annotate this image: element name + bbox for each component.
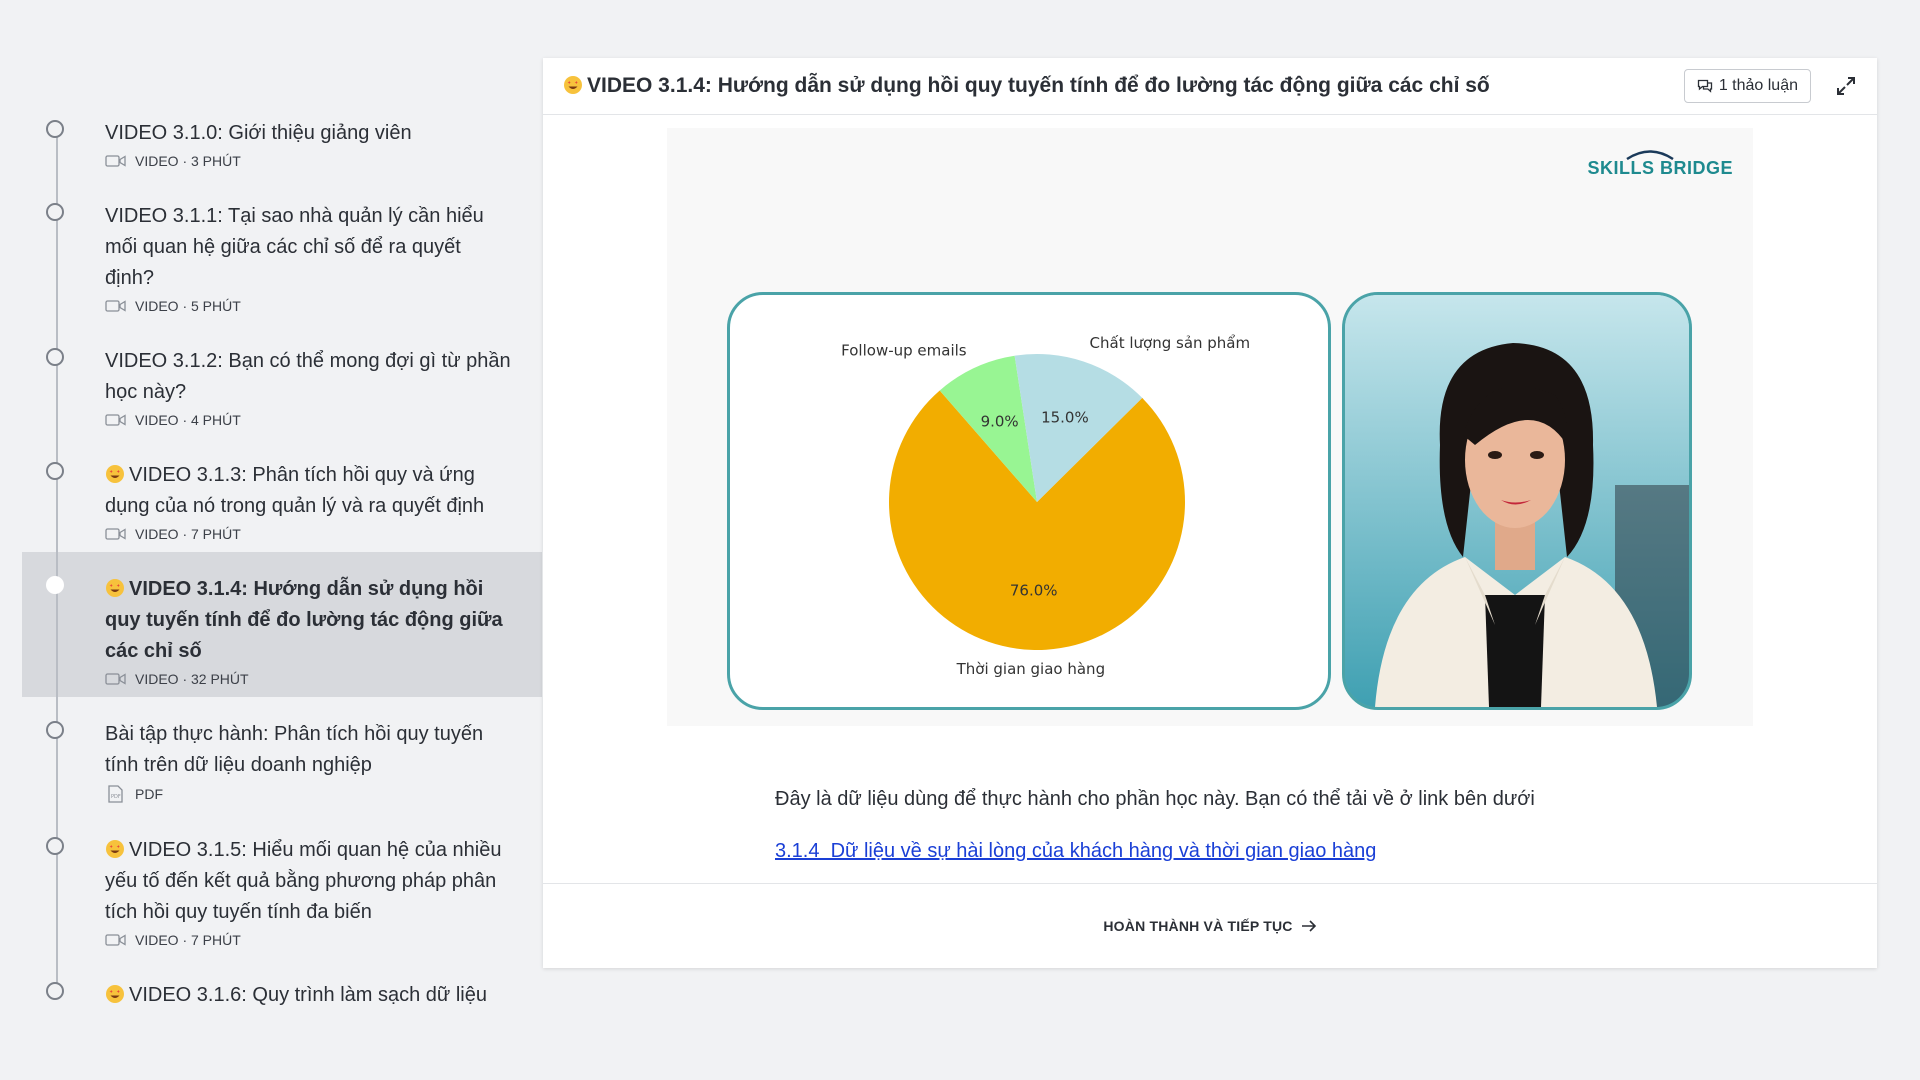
lesson-title-text: Bài tập thực hành: Phân tích hồi quy tuy… — [105, 723, 484, 776]
video-player[interactable]: SKILLS BRIDGE 76.0% Thời gian giao hàng 9.… — [667, 128, 1753, 726]
lesson-status-icon — [46, 576, 64, 594]
lesson-title: Bài tập thực hành: Phân tích hồi quy tuy… — [105, 719, 512, 781]
timeline-rail — [56, 324, 58, 438]
chat-bubble-icon — [1697, 79, 1712, 93]
sidebar-item-2[interactable]: VIDEO 3.1.2: Bạn có thể mong đợi gì từ p… — [22, 324, 542, 438]
video-camera-icon — [105, 300, 126, 312]
pie-value-label-1: 9.0% — [981, 412, 1019, 430]
lesson-meta: VIDEO · 32 PHÚT — [105, 671, 512, 687]
pie-category-label-0: Thời gian giao hàng — [956, 660, 1106, 678]
lesson-meta: VIDEO · 7 PHÚT — [105, 932, 512, 948]
pie-chart: 76.0% Thời gian giao hàng 9.0% Follow-up em… — [841, 334, 1251, 678]
expand-icon[interactable] — [1835, 75, 1857, 97]
lesson-meta-text: VIDEO · 32 PHÚT — [135, 671, 249, 687]
chart-card: 76.0% Thời gian giao hàng 9.0% Follow-up em… — [727, 292, 1331, 710]
sidebar-item-1[interactable]: VIDEO 3.1.1: Tại sao nhà quản lý cần hiể… — [22, 179, 542, 324]
lesson-meta-text: VIDEO · 4 PHÚT — [135, 412, 241, 428]
star-struck-emoji-icon — [106, 985, 124, 1003]
page-title: VIDEO 3.1.4: Hướng dẫn sử dụng hồi quy t… — [563, 74, 1684, 98]
sidebar-item-4[interactable]: VIDEO 3.1.4: Hướng dẫn sử dụng hồi quy t… — [22, 552, 542, 697]
video-camera-icon — [105, 673, 126, 685]
sidebar-item-5[interactable]: Bài tập thực hành: Phân tích hồi quy tuy… — [22, 697, 542, 813]
lesson-title-text: VIDEO 3.1.5: Hiểu mối quan hệ của nhiều … — [105, 839, 502, 923]
lesson-meta-text: VIDEO · 7 PHÚT — [135, 932, 241, 948]
lesson-title: VIDEO 3.1.4: Hướng dẫn sử dụng hồi quy t… — [105, 574, 512, 667]
video-camera-icon — [105, 414, 126, 426]
page-title-text: VIDEO 3.1.4: Hướng dẫn sử dụng hồi quy t… — [587, 74, 1490, 97]
lesson-status-icon — [46, 837, 64, 855]
star-struck-emoji-icon — [564, 76, 582, 94]
lesson-sidebar: VIDEO 3.1.0: Giới thiệu giảng viên VIDEO… — [22, 96, 542, 1021]
lesson-title: VIDEO 3.1.3: Phân tích hồi quy và ứng dụ… — [105, 460, 512, 522]
timeline-rail — [56, 179, 58, 324]
video-camera-icon — [105, 155, 126, 167]
instructor-photo — [1342, 292, 1692, 710]
sidebar-item-6[interactable]: VIDEO 3.1.5: Hiểu mối quan hệ của nhiều … — [22, 813, 542, 958]
lesson-meta: VIDEO · 5 PHÚT — [105, 298, 512, 314]
lesson-status-icon — [46, 982, 64, 1000]
sidebar-item-3[interactable]: VIDEO 3.1.3: Phân tích hồi quy và ứng dụ… — [22, 438, 542, 552]
practice-note: Đây là dữ liệu dùng để thực hành cho phầ… — [775, 788, 1535, 810]
sidebar-item-7[interactable]: VIDEO 3.1.6: Quy trình làm sạch dữ liệu — [22, 958, 542, 1021]
lesson-status-icon — [46, 462, 64, 480]
pie-value-label-0: 76.0% — [1010, 582, 1058, 600]
lesson-meta: PDF PDF — [105, 785, 512, 803]
lesson-status-icon — [46, 348, 64, 366]
star-struck-emoji-icon — [106, 465, 124, 483]
arrow-right-icon — [1301, 920, 1316, 932]
brand-arc-icon — [1626, 150, 1675, 160]
timeline-rail — [56, 697, 58, 813]
lesson-title: VIDEO 3.1.2: Bạn có thể mong đợi gì từ p… — [105, 346, 512, 408]
timeline-rail — [56, 813, 58, 958]
complete-continue-button[interactable]: HOÀN THÀNH VÀ TIẾP TỤC — [1103, 918, 1316, 934]
lesson-title: VIDEO 3.1.5: Hiểu mối quan hệ của nhiều … — [105, 835, 512, 928]
complete-continue-label: HOÀN THÀNH VÀ TIẾP TỤC — [1103, 918, 1293, 934]
brand-text: SKILLS BRIDGE — [1587, 158, 1733, 178]
panel-header: VIDEO 3.1.4: Hướng dẫn sử dụng hồi quy t… — [543, 58, 1877, 115]
brand-logo: SKILLS BRIDGE — [1587, 150, 1733, 179]
lesson-meta: VIDEO · 3 PHÚT — [105, 153, 512, 169]
lesson-meta-text: VIDEO · 3 PHÚT — [135, 153, 241, 169]
lesson-status-icon — [46, 120, 64, 138]
lesson-title: VIDEO 3.1.1: Tại sao nhà quản lý cần hiể… — [105, 201, 512, 294]
lesson-title-text: VIDEO 3.1.0: Giới thiệu giảng viên — [105, 122, 412, 144]
lesson-meta-text: VIDEO · 7 PHÚT — [135, 526, 241, 542]
lesson-title: VIDEO 3.1.6: Quy trình làm sạch dữ liệu — [105, 980, 512, 1011]
lesson-meta-text: PDF — [135, 786, 163, 802]
svg-text:PDF: PDF — [111, 794, 121, 800]
lesson-title-text: VIDEO 3.1.6: Quy trình làm sạch dữ liệu — [129, 984, 487, 1006]
lesson-meta: VIDEO · 4 PHÚT — [105, 412, 512, 428]
timeline-rail — [56, 438, 58, 552]
video-camera-icon — [105, 934, 126, 946]
lesson-status-icon — [46, 203, 64, 221]
lesson-title-text: VIDEO 3.1.3: Phân tích hồi quy và ứng dụ… — [105, 464, 485, 517]
timeline-rail — [56, 552, 58, 697]
lesson-title-text: VIDEO 3.1.4: Hướng dẫn sử dụng hồi quy t… — [105, 578, 503, 662]
panel-footer: HOÀN THÀNH VÀ TIẾP TỤC — [543, 883, 1877, 968]
pie-category-label-2: Chất lượng sản phẩm — [1090, 334, 1251, 352]
lesson-title-text: VIDEO 3.1.1: Tại sao nhà quản lý cần hiể… — [105, 205, 484, 289]
lesson-title: VIDEO 3.1.0: Giới thiệu giảng viên — [105, 118, 512, 149]
star-struck-emoji-icon — [106, 840, 124, 858]
dataset-download-link[interactable]: 3.1.4 Dữ liệu về sự hài lòng của khách h… — [775, 840, 1376, 863]
star-struck-emoji-icon — [106, 579, 124, 597]
pdf-file-icon: PDF — [108, 785, 123, 803]
lesson-meta: VIDEO · 7 PHÚT — [105, 526, 512, 542]
lesson-status-icon — [46, 721, 64, 739]
video-camera-icon — [105, 528, 126, 540]
lesson-meta-text: VIDEO · 5 PHÚT — [135, 298, 241, 314]
pie-category-label-1: Follow-up emails — [841, 341, 967, 359]
discussion-label: 1 thảo luận — [1718, 77, 1798, 94]
lesson-panel: VIDEO 3.1.4: Hướng dẫn sử dụng hồi quy t… — [543, 58, 1877, 968]
discussion-button[interactable]: 1 thảo luận — [1683, 69, 1811, 103]
instructor-portrait-icon — [1345, 295, 1689, 707]
sidebar-item-0[interactable]: VIDEO 3.1.0: Giới thiệu giảng viên VIDEO… — [22, 96, 542, 179]
pie-value-label-2: 15.0% — [1041, 409, 1089, 427]
lesson-title-text: VIDEO 3.1.2: Bạn có thể mong đợi gì từ p… — [105, 350, 511, 403]
